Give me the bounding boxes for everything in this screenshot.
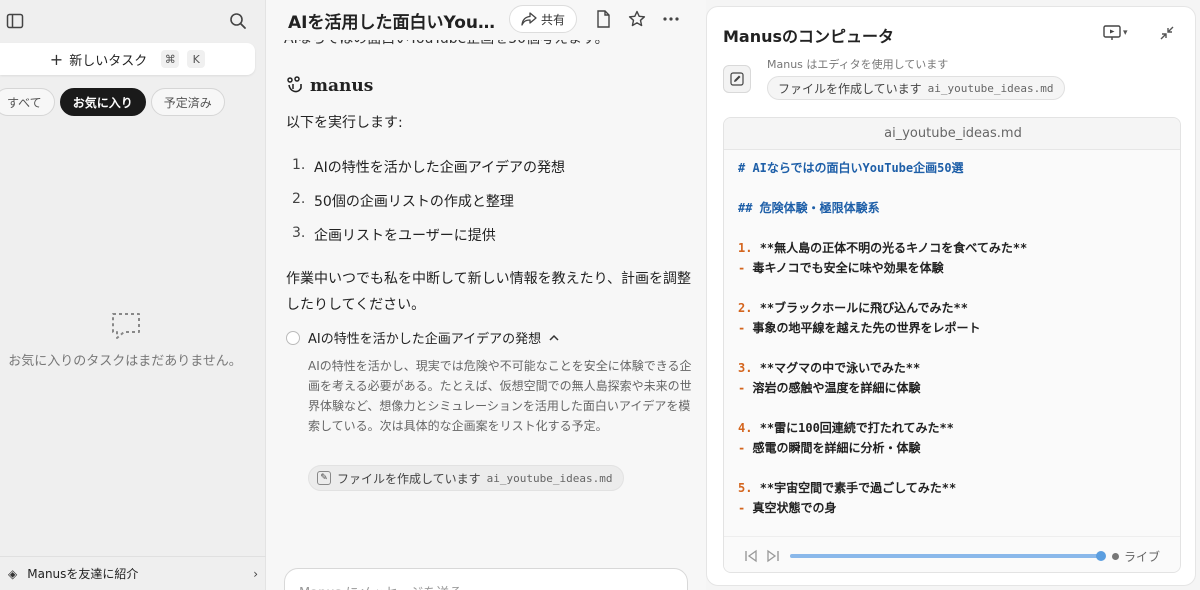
computer-panel-title: Manusのコンピュータ (723, 27, 895, 46)
brand-name: manus (310, 76, 374, 96)
code-line: 4. **雷に100回連続で打たれてみた** (738, 421, 954, 435)
message-input[interactable]: Manus にメッセージを送る (284, 568, 688, 590)
live-indicator[interactable]: ライブ (1112, 548, 1160, 565)
tool-status: Manus はエディタを使用しています (767, 58, 949, 71)
live-label: ライブ (1124, 550, 1161, 564)
code-line: - 毒キノコでも安全に味や効果を体験 (738, 261, 944, 275)
plus-icon: + (49, 49, 64, 69)
sidebar-header (0, 0, 266, 42)
empty-chat-icon (110, 310, 142, 342)
chevron-right-icon: › (253, 566, 258, 581)
playback-bar: ライブ (724, 536, 1180, 572)
edit-icon: ✎ (317, 471, 331, 485)
current-step-detail: AIの特性を活かし、現実では危険や不可能なことを安全に体験できる企画を考える必要… (308, 359, 692, 433)
code-line: - 溶岩の感触や温度を詳細に体験 (738, 381, 921, 395)
tool-file-name: ai_youtube_ideas.md (927, 81, 1054, 95)
editor-filename: ai_youtube_ideas.md (724, 118, 1180, 150)
invite-friends-link[interactable]: ◈ Manusを友達に紹介 › (0, 556, 266, 590)
code-line: # AIならではの面白いYouTube企画50選 (738, 161, 964, 175)
tool-action-chip: ファイルを作成しています ai_youtube_ideas.md (767, 76, 1065, 100)
current-step-title: AIの特性を活かした企画アイデアの発想 (308, 332, 542, 347)
plan-lead: 以下を実行します: (286, 115, 403, 131)
code-line: - 感電の瞬間を詳細に分析・体験 (738, 441, 921, 455)
manus-logo-icon (287, 76, 302, 93)
chevron-up-icon (549, 334, 559, 341)
code-line: - 事象の地平線を越えた先の世界をレポート (738, 321, 981, 335)
editor-content: # AIならではの面白いYouTube企画50選 ## 危険体験・極限体験系 1. … (738, 158, 1168, 518)
shortcut-key-k: K (187, 50, 206, 68)
chat-area: AIならではの面白いYouTube企画を50個考えます。 AIを活用した面白いY… (266, 0, 706, 590)
new-task-label: 新しいタスク (69, 53, 148, 69)
file-name: ai_youtube_ideas.md (486, 471, 613, 485)
code-line: 2. **ブラックホールに飛び込んでみた** (738, 301, 968, 315)
gift-icon: ◈ (8, 566, 18, 581)
code-line: - 真空状態での身 (738, 501, 837, 515)
playback-track[interactable] (790, 551, 1106, 561)
filter-all[interactable]: すべて (0, 88, 55, 116)
shortcut-key-cmd: ⌘ (161, 50, 180, 68)
assistant-brand: manus (286, 76, 373, 96)
computer-panel: Manusのコンピュータ ▾ Manus はエディタを使用しています ファイルを… (706, 6, 1196, 586)
more-icon[interactable] (660, 8, 682, 30)
playback-progress (790, 554, 1101, 558)
file-action-chip[interactable]: ✎ ファイルを作成しています ai_youtube_ideas.md (308, 465, 624, 491)
skip-forward-icon[interactable] (766, 549, 780, 563)
share-label: 共有 (540, 12, 565, 27)
plan-step: 3. 企画リストをユーザーに提供 (292, 225, 496, 244)
editor-tool-icon (723, 65, 751, 93)
file-action-label: ファイルを作成しています (337, 471, 481, 486)
plan-steps: 1. AIの特性を活かした企画アイデアの発想 2. 50個の企画リストの作成と整理 … (292, 157, 565, 259)
new-task-button[interactable]: + 新しいタスク ⌘ K (0, 43, 255, 75)
invite-label: Manusを友達に紹介 (27, 567, 139, 581)
plan-step: 2. 50個の企画リストの作成と整理 (292, 191, 514, 210)
chat-title: AIを活用した面白いYouTube企画の提案 (288, 13, 498, 33)
search-icon[interactable] (226, 9, 250, 33)
plan-step: 1. AIの特性を活かした企画アイデアの発想 (292, 157, 566, 176)
chat-header: AIを活用した面白いYouTube企画の提案 共有 (266, 0, 706, 40)
file-icon[interactable] (592, 8, 614, 30)
share-icon (521, 12, 537, 26)
plan-note: 作業中いつでも私を中断して新しい情報を教えたり、計画を調整したりしてください。 (286, 271, 692, 313)
code-line: ## 危険体験・極限体験系 (738, 201, 880, 215)
skip-back-icon[interactable] (744, 549, 758, 563)
editor-window: ai_youtube_ideas.md # AIならではの面白いYouTube企… (723, 117, 1181, 573)
sidebar: + 新しいタスク ⌘ K すべて お気に入り 予定済み お気に入りのタスクはまだ… (0, 0, 266, 590)
empty-favorites-message: お気に入りのタスクはまだありません。 (8, 354, 242, 369)
current-step-toggle[interactable]: AIの特性を活かした企画アイデアの発想 (286, 328, 559, 347)
minimize-icon[interactable] (1159, 25, 1175, 41)
step-status-circle (286, 330, 300, 345)
chevron-down-icon: ▾ (1123, 28, 1128, 38)
code-line: 1. **無人島の正体不明の光るキノコを食べてみた** (738, 241, 1028, 255)
star-icon[interactable] (626, 8, 648, 30)
share-button[interactable]: 共有 (509, 5, 577, 33)
tool-action-label: ファイルを作成しています (778, 81, 922, 96)
live-dot-icon (1112, 553, 1119, 560)
display-mode-button[interactable]: ▾ (1103, 25, 1128, 41)
monitor-icon (1103, 25, 1121, 40)
sidebar-toggle-icon[interactable] (3, 9, 27, 33)
code-line: 5. **宇宙空間で素手で過ごしてみた** (738, 481, 957, 495)
playback-handle[interactable] (1095, 551, 1106, 561)
task-filters: すべて お気に入り 予定済み (0, 88, 225, 116)
code-line: 3. **マグマの中で泳いでみた** (738, 361, 921, 375)
filter-favorites[interactable]: お気に入り (59, 88, 146, 116)
filter-scheduled[interactable]: 予定済み (150, 88, 225, 116)
